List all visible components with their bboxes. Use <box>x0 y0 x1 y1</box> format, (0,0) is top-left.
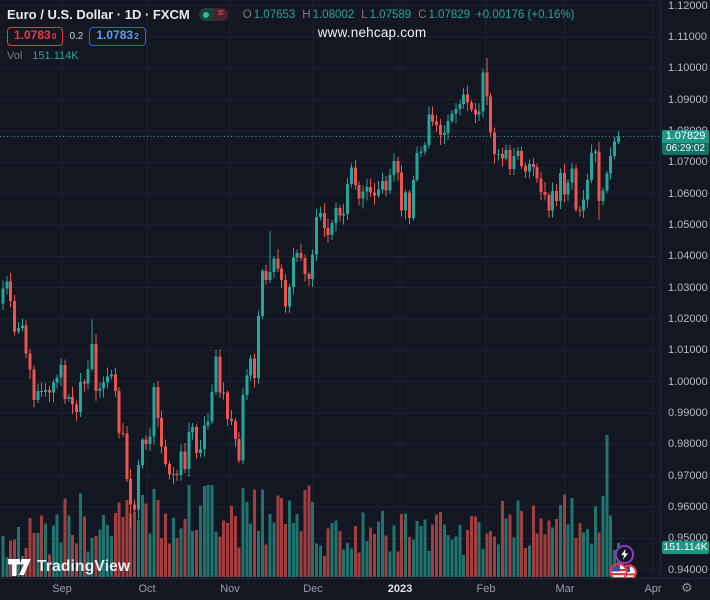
time-axis-label: Sep <box>52 583 72 595</box>
ask-price: 1.0783 <box>96 27 134 42</box>
time-axis-label: Mar <box>555 583 575 595</box>
price-axis-label: 1.06000 <box>668 187 708 200</box>
price-axis[interactable]: 1.120001.110001.100001.090001.080001.070… <box>660 0 710 578</box>
high-value: 1.08002 <box>312 8 355 21</box>
market-status-toggle[interactable]: = <box>198 8 228 21</box>
tradingview-chart-widget: www.nehcap.com Euro / U.S. Dollar · 1D ·… <box>0 0 710 600</box>
volume-label: Vol <box>7 50 23 62</box>
tradingview-logo[interactable]: TradingView <box>8 558 130 576</box>
tradingview-logo-icon <box>8 558 31 576</box>
time-axis-label: Nov <box>220 583 240 595</box>
event-marker-flags-icon[interactable] <box>609 562 639 578</box>
price-axis-label: 0.96000 <box>668 501 708 514</box>
price-axis-label: 0.97000 <box>668 469 708 482</box>
price-axis-label: 1.03000 <box>668 281 708 294</box>
close-label: C <box>418 8 427 21</box>
time-axis-label: Feb <box>476 583 496 595</box>
pause-icon: = <box>213 8 228 21</box>
ask-last-digit: 2 <box>134 30 139 41</box>
price-axis-label: 1.10000 <box>668 62 708 75</box>
price-axis-label: 1.01000 <box>668 344 708 357</box>
tradingview-logo-text: TradingView <box>37 558 131 575</box>
settings-gear-icon[interactable]: ⚙︎ <box>681 581 693 596</box>
price-axis-label: 1.12000 <box>668 0 708 12</box>
last-price-label: 1.07829 06:29:02 <box>662 130 709 155</box>
spread-value: 0.2 <box>69 30 84 42</box>
chart-plot-area[interactable]: www.nehcap.com Euro / U.S. Dollar · 1D ·… <box>0 0 660 578</box>
status-dot-icon <box>203 11 210 18</box>
price-axis-label: 1.02000 <box>668 313 708 326</box>
open-label: O <box>242 8 252 21</box>
ohlc-readout: O 1.07653 H 1.08002 L 1.07589 C 1.07829 +0.0… <box>236 9 575 21</box>
bid-button[interactable]: 1.0783 0 <box>7 26 64 46</box>
price-axis-label: 1.09000 <box>668 93 708 106</box>
candlestick-chart[interactable] <box>0 0 660 578</box>
low-label: L <box>361 8 368 21</box>
ask-button[interactable]: 1.0783 2 <box>89 26 146 46</box>
volume-value: 151.114K <box>32 50 79 62</box>
time-axis-label: Apr <box>644 583 662 595</box>
bid-last-digit: 0 <box>51 30 57 41</box>
last-price-value: 1.07829 <box>662 130 709 143</box>
price-axis-label: 0.98000 <box>668 438 708 451</box>
bid-price: 1.0783 <box>14 27 51 42</box>
price-axis-label: 1.07000 <box>668 156 708 169</box>
price-axis-label: 1.04000 <box>668 250 708 263</box>
open-value: 1.07653 <box>253 8 296 21</box>
time-axis-label: Dec <box>303 583 323 595</box>
chart-legend: Euro / U.S. Dollar · 1D · FXCM = O 1.0765… <box>7 6 575 62</box>
time-axis[interactable]: Sep Oct Nov Dec 2023 Feb Mar Apr ⚙︎ <box>0 578 710 600</box>
price-axis-label: 0.99000 <box>668 407 708 420</box>
price-axis-label: 1.11000 <box>668 31 707 43</box>
price-axis-label: 1.00000 <box>668 375 708 388</box>
low-value: 1.07589 <box>369 8 412 21</box>
change-value: +0.00176 (+0.16%) <box>476 8 575 21</box>
high-label: H <box>302 8 311 21</box>
symbol-title[interactable]: Euro / U.S. Dollar · 1D · FXCM <box>7 7 190 22</box>
close-value: 1.07829 <box>428 8 471 21</box>
price-axis-label: 1.05000 <box>668 219 708 232</box>
time-axis-label: 2023 <box>387 583 413 595</box>
countdown-timer: 06:29:02 <box>662 143 709 155</box>
volume-axis-label: 151.114K <box>662 541 709 554</box>
time-axis-label: Oct <box>138 583 156 595</box>
price-axis-label: 0.94000 <box>668 563 708 576</box>
